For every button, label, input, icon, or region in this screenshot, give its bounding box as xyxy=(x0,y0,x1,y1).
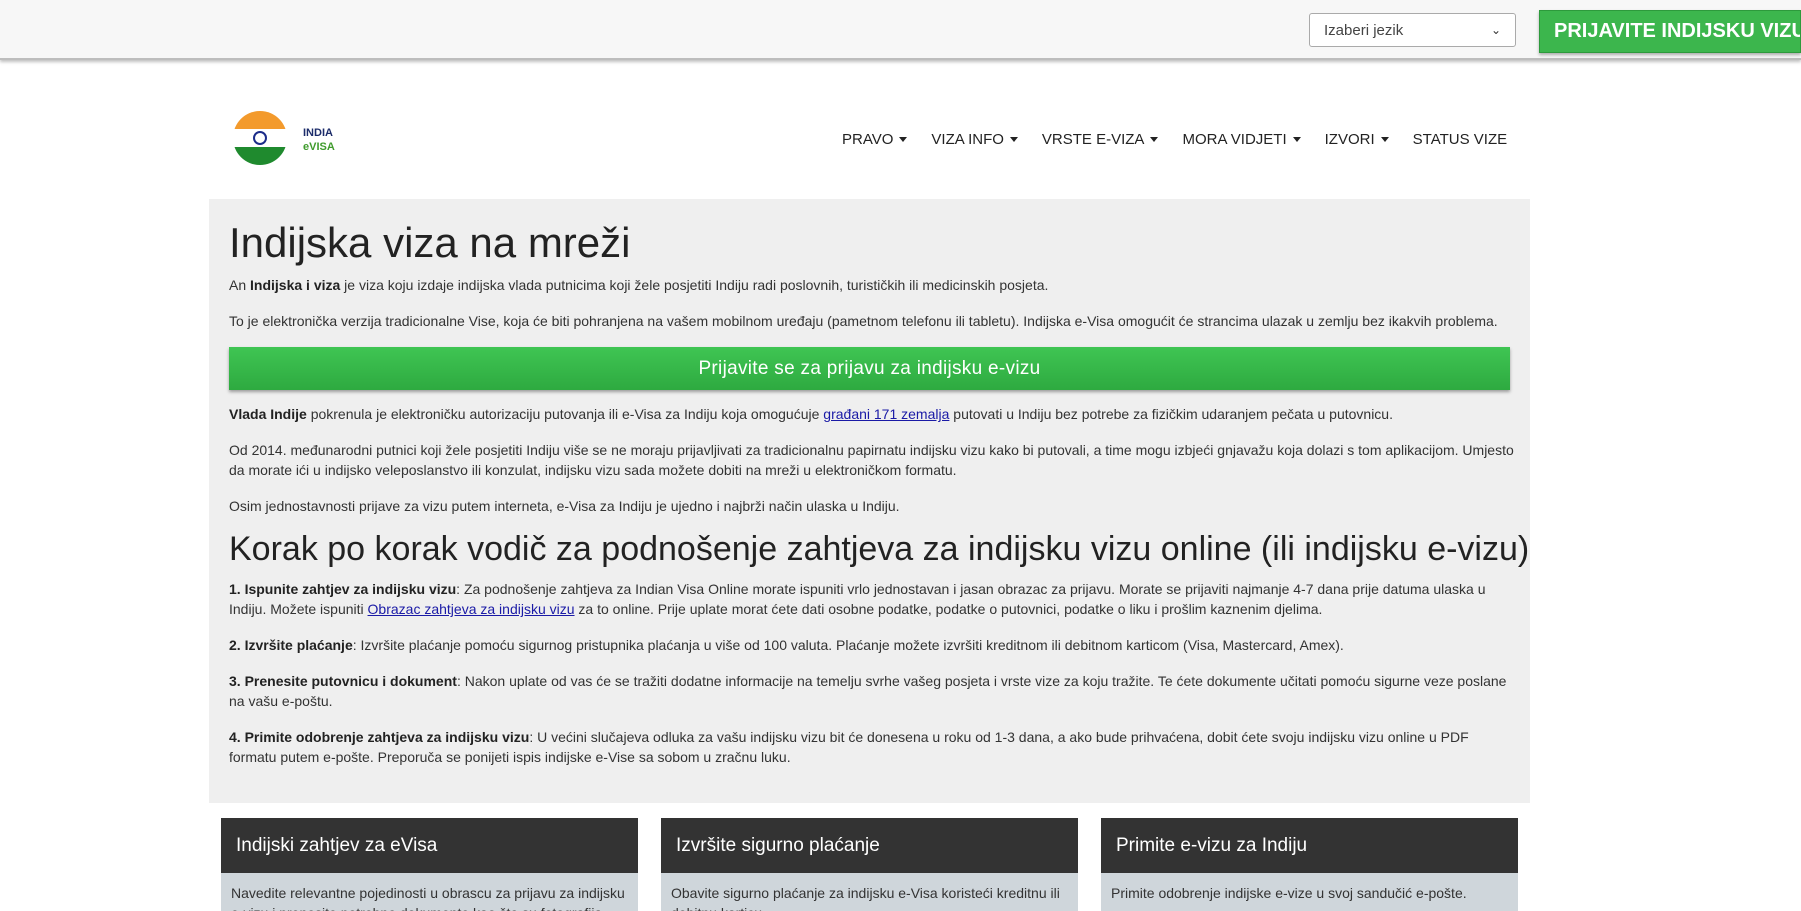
caret-down-icon xyxy=(899,137,908,142)
nav-item-status-vize[interactable]: STATUS VIZE xyxy=(1413,131,1507,148)
india-flag-icon xyxy=(233,111,287,165)
guide-title: Korak po korak vodič za podnošenje zahtj… xyxy=(229,530,1530,568)
nav-item-label: IZVORI xyxy=(1324,131,1375,148)
history-paragraph: Od 2014. međunarodni putnici koji žele p… xyxy=(229,442,1514,478)
apply-visa-top-button[interactable]: PRIJAVITE INDIJSKU VIZU xyxy=(1539,10,1801,53)
card-receive[interactable]: Primite e-vizu za Indiju Primite odobren… xyxy=(1101,818,1518,911)
nav-item-vrste-e-viza[interactable]: VRSTE E-VIZA xyxy=(1042,131,1159,148)
card-title: Primite e-vizu za Indiju xyxy=(1101,818,1518,873)
application-form-link[interactable]: Obrazac zahtjeva za indijsku vizu xyxy=(368,601,575,617)
nav-item-label: MORA VIDJETI xyxy=(1182,131,1287,148)
top-bar: Izaberi jezik ⌄ PRIJAVITE INDIJSKU VIZU xyxy=(0,0,1801,60)
page-title: Indijska viza na mreži xyxy=(229,219,631,266)
card-body: Primite odobrenje indijske e-vize u svoj… xyxy=(1111,885,1467,901)
language-select[interactable]: Izaberi jezik ⌄ xyxy=(1309,13,1516,47)
card-payment[interactable]: Izvršite sigurno plaćanje Obavite sigurn… xyxy=(661,818,1078,911)
nav-item-pravo[interactable]: PRAVO xyxy=(842,131,908,148)
speed-paragraph: Osim jednostavnosti prijave za vizu pute… xyxy=(229,498,900,514)
nav-item-viza-info[interactable]: VIZA INFO xyxy=(931,131,1018,148)
step-4: 4. Primite odobrenje zahtjeva za indijsk… xyxy=(229,729,1469,765)
caret-down-icon xyxy=(1292,137,1301,142)
step-3: 3. Prenesite putovnicu i dokument: Nakon… xyxy=(229,673,1507,709)
countries-link[interactable]: građani 171 zemalja xyxy=(823,406,949,422)
apply-evisa-button[interactable]: Prijavite se za prijavu za indijsku e-vi… xyxy=(229,347,1510,390)
caret-down-icon xyxy=(1009,137,1018,142)
nav-item-mora-vidjeti[interactable]: MORA VIDJETI xyxy=(1182,131,1301,148)
government-paragraph: Vlada Indije pokrenula je elektroničku a… xyxy=(229,406,1393,422)
language-select-value: Izaberi jezik xyxy=(1324,21,1404,39)
card-title: Izvršite sigurno plaćanje xyxy=(661,818,1078,873)
card-title: Indijski zahtjev za eVisa xyxy=(221,818,638,873)
evisa-description: To je elektronička verzija tradicionalne… xyxy=(229,313,1498,329)
nav-item-izvori[interactable]: IZVORI xyxy=(1325,131,1389,148)
nav-item-label: VIZA INFO xyxy=(931,131,1004,148)
card-body: Navedite relevantne pojedinosti u obrasc… xyxy=(231,885,625,911)
card-application[interactable]: Indijski zahtjev za eVisa Navedite relev… xyxy=(221,818,638,911)
step-2: 2. Izvršite plaćanje: Izvršite plaćanje … xyxy=(229,637,1344,653)
intro-paragraph: An Indijska i viza je viza koju izdaje i… xyxy=(229,277,1049,293)
caret-down-icon xyxy=(1380,137,1389,142)
logo-text-india: INDIA xyxy=(303,127,333,139)
site-logo[interactable]: INDIA eVISA xyxy=(233,111,343,167)
nav-item-label: STATUS VIZE xyxy=(1412,131,1508,148)
main-nav: PRAVO VIZA INFO VRSTE E-VIZA MORA VIDJET… xyxy=(842,131,1531,148)
card-body: Obavite sigurno plaćanje za indijsku e-V… xyxy=(671,885,1060,911)
logo-text-evisa: eVISA xyxy=(303,141,335,153)
nav-item-label: PRAVO xyxy=(842,131,894,148)
chevron-down-icon: ⌄ xyxy=(1490,23,1501,37)
nav-item-label: VRSTE E-VIZA xyxy=(1041,131,1145,148)
step-1: 1. Ispunite zahtjev za indijsku vizu: Za… xyxy=(229,581,1486,617)
caret-down-icon xyxy=(1150,137,1159,142)
